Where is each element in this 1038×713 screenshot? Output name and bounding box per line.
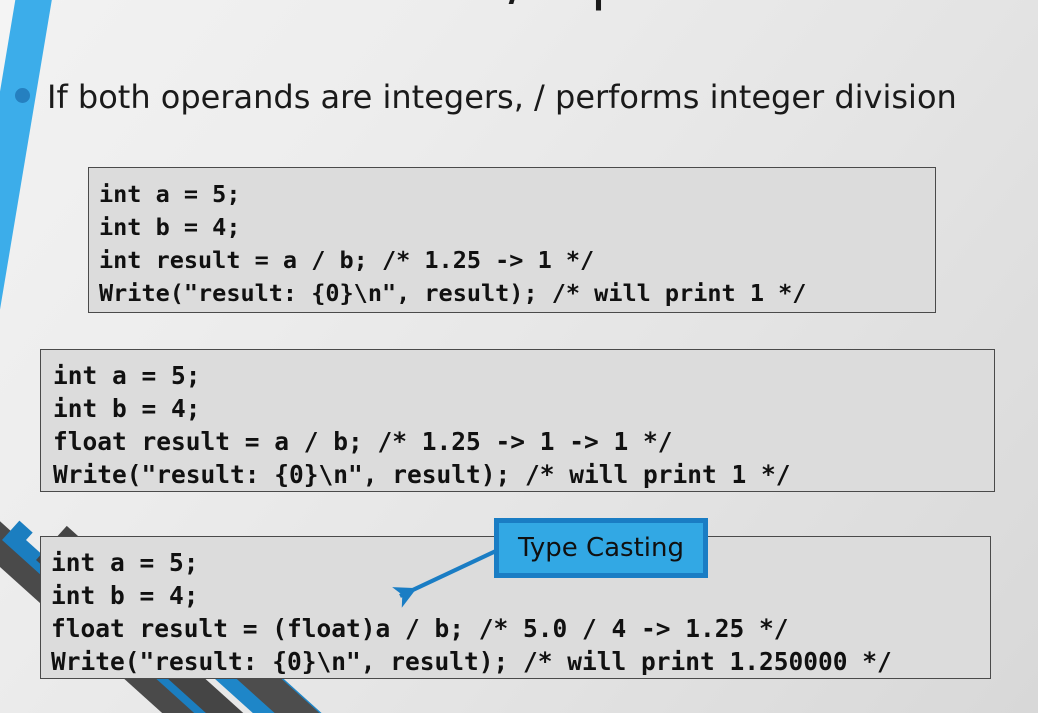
code-line: float result = (float)a / b; /* 5.0 / 4 … bbox=[51, 614, 789, 643]
code-block-float-result: int a = 5; int b = 4; float result = a /… bbox=[40, 349, 995, 492]
callout-type-casting: Type Casting bbox=[494, 518, 708, 578]
code-line: int b = 4; bbox=[53, 394, 201, 423]
code-line: Write("result: {0}\n", result); /* will … bbox=[51, 647, 892, 676]
code-line: int a = 5; bbox=[53, 361, 201, 390]
code-line: int b = 4; bbox=[51, 581, 199, 610]
code-line: Write("result: {0}\n", result); /* will … bbox=[53, 460, 791, 489]
slide-title: Notes on / Operator bbox=[0, 0, 1038, 13]
bullet-text: If both operands are integers, / perform… bbox=[47, 78, 957, 116]
code-line: float result = a / b; /* 1.25 -> 1 -> 1 … bbox=[53, 427, 673, 456]
code-line: int a = 5; bbox=[99, 180, 241, 208]
code-line: Write("result: {0}\n", result); /* will … bbox=[99, 279, 807, 307]
callout-arrow-icon bbox=[392, 548, 499, 608]
slide-canvas: Notes on / Operator If both operands are… bbox=[0, 0, 1038, 713]
code-line: int result = a / b; /* 1.25 -> 1 */ bbox=[99, 246, 595, 274]
callout-label: Type Casting bbox=[517, 533, 685, 563]
code-line: int b = 4; bbox=[99, 213, 241, 241]
code-block-integer-division: int a = 5; int b = 4; int result = a / b… bbox=[88, 167, 936, 313]
bullet-dot-icon bbox=[15, 88, 30, 103]
